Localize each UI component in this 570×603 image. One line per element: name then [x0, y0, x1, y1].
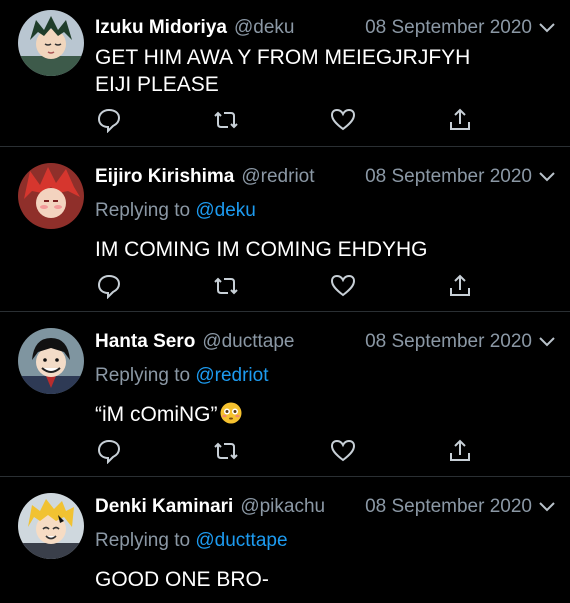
- reply-icon[interactable]: [96, 273, 122, 300]
- display-name[interactable]: Denki Kaminari: [95, 496, 233, 518]
- tweet-actions: [95, 438, 475, 465]
- tweet-actions: [95, 273, 475, 300]
- avatar-image: [18, 328, 84, 394]
- chevron-down-icon[interactable]: [538, 19, 556, 37]
- tweet-date: 08 September 2020: [365, 496, 532, 517]
- replying-to: Replying to @redriot: [95, 365, 269, 387]
- tweet-date: 08 September 2020: [365, 331, 532, 352]
- display-name[interactable]: Eijiro Kirishima: [95, 166, 234, 188]
- replying-to: Replying to @deku: [95, 200, 256, 222]
- username[interactable]: @redriot: [241, 166, 314, 188]
- replying-prefix: Replying to: [95, 365, 191, 386]
- avatar-image: [18, 10, 84, 76]
- share-icon[interactable]: [447, 438, 473, 464]
- tweet-body: “iM cOmiNG”: [95, 401, 550, 428]
- flushed-face-emoji: [220, 402, 242, 424]
- tweet-3[interactable]: Hanta Sero @ducttape 08 September 2020 R…: [0, 312, 570, 477]
- tweet-2[interactable]: Eijiro Kirishima @redriot 08 September 2…: [0, 147, 570, 312]
- like-icon[interactable]: [330, 273, 356, 299]
- avatar[interactable]: [18, 10, 84, 76]
- retweet-icon[interactable]: [213, 107, 239, 133]
- like-icon[interactable]: [330, 107, 356, 133]
- mention-link[interactable]: @redriot: [195, 365, 268, 386]
- username[interactable]: @ducttape: [202, 331, 294, 353]
- replying-to: Replying to @ducttape: [95, 530, 288, 552]
- chevron-down-icon[interactable]: [538, 333, 556, 351]
- display-name[interactable]: Izuku Midoriya: [95, 17, 227, 39]
- avatar[interactable]: [18, 493, 84, 559]
- avatar-image: [18, 163, 84, 229]
- reply-icon[interactable]: [96, 107, 122, 134]
- chevron-down-icon[interactable]: [538, 498, 556, 516]
- tweet-text: IM COMING IM COMING EHDYHG: [95, 238, 428, 261]
- chevron-down-icon[interactable]: [538, 168, 556, 186]
- tweet-date: 08 September 2020: [365, 166, 532, 187]
- tweet-text: “iM cOmiNG”: [95, 403, 218, 426]
- username[interactable]: @pikachu: [240, 496, 325, 518]
- username[interactable]: @deku: [234, 17, 295, 39]
- replying-prefix: Replying to: [95, 530, 191, 551]
- share-icon[interactable]: [447, 107, 473, 133]
- like-icon[interactable]: [330, 438, 356, 464]
- avatar[interactable]: [18, 163, 84, 229]
- tweet-1[interactable]: Izuku Midoriya @deku 08 September 2020 G…: [0, 0, 570, 147]
- mention-link[interactable]: @deku: [195, 200, 256, 221]
- tweet-text: GOOD ONE BRO-: [95, 568, 269, 591]
- mention-link[interactable]: @ducttape: [195, 530, 287, 551]
- tweet-text: GET HIM AWA Y FROM MEIEGJRJFYH EIJI PLEA…: [95, 46, 471, 96]
- tweet-date: 08 September 2020: [365, 17, 532, 38]
- share-icon[interactable]: [447, 273, 473, 299]
- tweet-actions: [95, 107, 475, 134]
- avatar-image: [18, 493, 84, 559]
- replying-prefix: Replying to: [95, 200, 191, 221]
- tweet-4[interactable]: Denki Kaminari @pikachu 08 September 202…: [0, 477, 570, 603]
- retweet-icon[interactable]: [213, 438, 239, 464]
- reply-icon[interactable]: [96, 438, 122, 465]
- avatar[interactable]: [18, 328, 84, 394]
- retweet-icon[interactable]: [213, 273, 239, 299]
- display-name[interactable]: Hanta Sero: [95, 331, 195, 353]
